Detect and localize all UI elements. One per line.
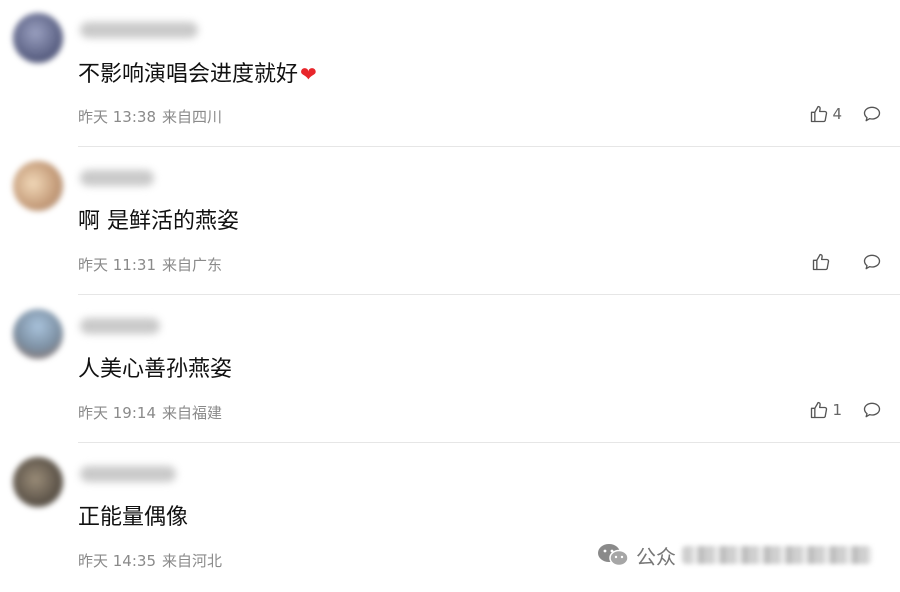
avatar[interactable] <box>13 161 63 211</box>
comment-time: 昨天 19:14 <box>78 404 156 422</box>
comment-item: 人美心善孙燕姿 昨天 19:14 来自福建 1 <box>0 296 900 444</box>
username-blurred[interactable] <box>80 318 160 334</box>
divider <box>78 146 900 147</box>
comment-bubble-icon <box>863 254 881 270</box>
comment-item: 不影响演唱会进度就好 ❤ 昨天 13:38 来自四川 4 <box>0 0 900 148</box>
comment-time: 昨天 14:35 <box>78 552 156 570</box>
username-blurred[interactable] <box>80 466 176 482</box>
comment-meta: 昨天 11:31 来自广东 <box>78 254 222 275</box>
comment-bubble-icon <box>863 402 881 418</box>
comment-item: 啊 是鲜活的燕姿 昨天 11:31 来自广东 <box>0 148 900 296</box>
comment-body: 正能量偶像 <box>78 505 189 530</box>
comment-bubble-icon <box>863 106 881 122</box>
thumbs-up-icon <box>811 105 828 123</box>
reply-button[interactable] <box>862 104 882 124</box>
divider <box>78 294 900 295</box>
comment-location: 来自福建 <box>162 404 223 422</box>
comment-meta: 昨天 13:38 来自四川 <box>78 106 222 127</box>
reply-button[interactable] <box>862 252 882 272</box>
avatar[interactable] <box>13 457 63 507</box>
comment-actions <box>811 250 882 274</box>
like-button[interactable]: 4 <box>809 104 842 124</box>
comment-text: 啊 是鲜活的燕姿 <box>78 208 239 236</box>
like-button[interactable]: 1 <box>809 400 842 420</box>
comment-text: 人美心善孙燕姿 <box>78 356 232 384</box>
reply-button[interactable] <box>862 400 882 420</box>
like-button[interactable] <box>811 252 842 272</box>
watermark-text: 公众 <box>636 544 676 569</box>
comment-location: 来自河北 <box>162 552 223 570</box>
avatar[interactable] <box>13 13 63 63</box>
divider <box>78 442 900 443</box>
comment-body: 人美心善孙燕姿 <box>78 357 233 382</box>
comment-text: 正能量偶像 <box>78 504 188 532</box>
avatar[interactable] <box>13 309 63 359</box>
username-blurred[interactable] <box>80 170 154 186</box>
comment-time: 昨天 13:38 <box>78 108 156 126</box>
comment-body: 不影响演唱会进度就好 <box>78 62 299 87</box>
comment-time: 昨天 11:31 <box>78 256 156 274</box>
comment-actions: 1 <box>809 398 882 422</box>
comment-meta: 昨天 19:14 来自福建 <box>78 402 222 423</box>
comment-list: 不影响演唱会进度就好 ❤ 昨天 13:38 来自四川 4 啊 是鲜活的燕姿 昨天… <box>0 0 900 592</box>
comment-actions: 4 <box>809 102 882 126</box>
username-blurred[interactable] <box>80 22 198 38</box>
like-count: 4 <box>832 105 842 123</box>
comment-meta: 昨天 14:35 来自河北 <box>78 550 222 571</box>
watermark: 公众 <box>596 540 872 570</box>
thumbs-up-icon <box>812 253 830 271</box>
heart-emoji-icon: ❤ <box>300 62 317 86</box>
thumbs-up-icon <box>811 401 828 419</box>
watermark-blurred-name <box>682 546 872 564</box>
comment-location: 来自广东 <box>162 256 223 274</box>
like-count: 1 <box>832 401 842 419</box>
wechat-icon <box>598 544 629 567</box>
comment-text: 不影响演唱会进度就好 ❤ <box>78 60 317 89</box>
comment-location: 来自四川 <box>162 108 223 126</box>
comment-body: 啊 是鲜活的燕姿 <box>78 209 239 234</box>
